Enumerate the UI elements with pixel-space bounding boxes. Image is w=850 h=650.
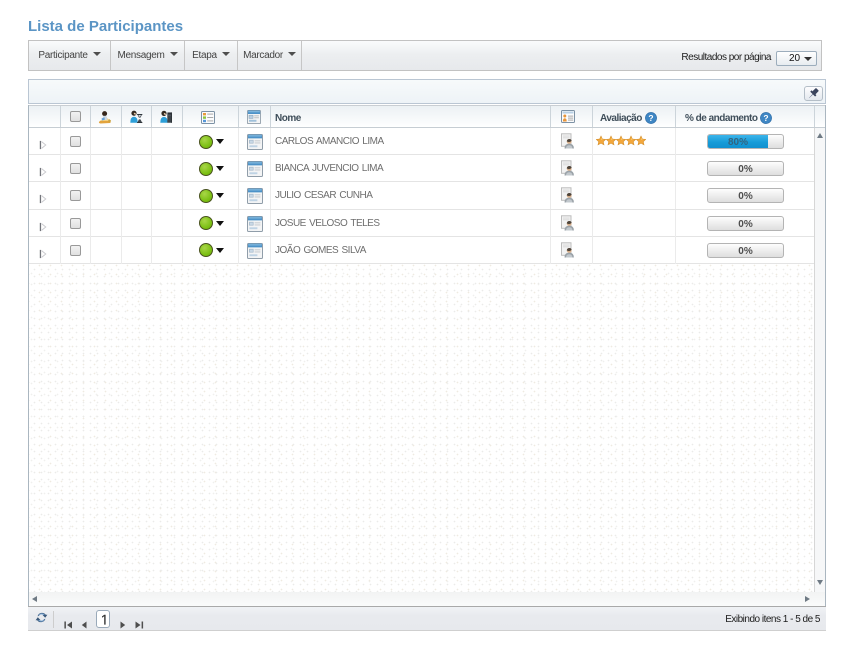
svg-text:?: ? — [763, 113, 768, 123]
svg-text:?: ? — [648, 113, 653, 123]
